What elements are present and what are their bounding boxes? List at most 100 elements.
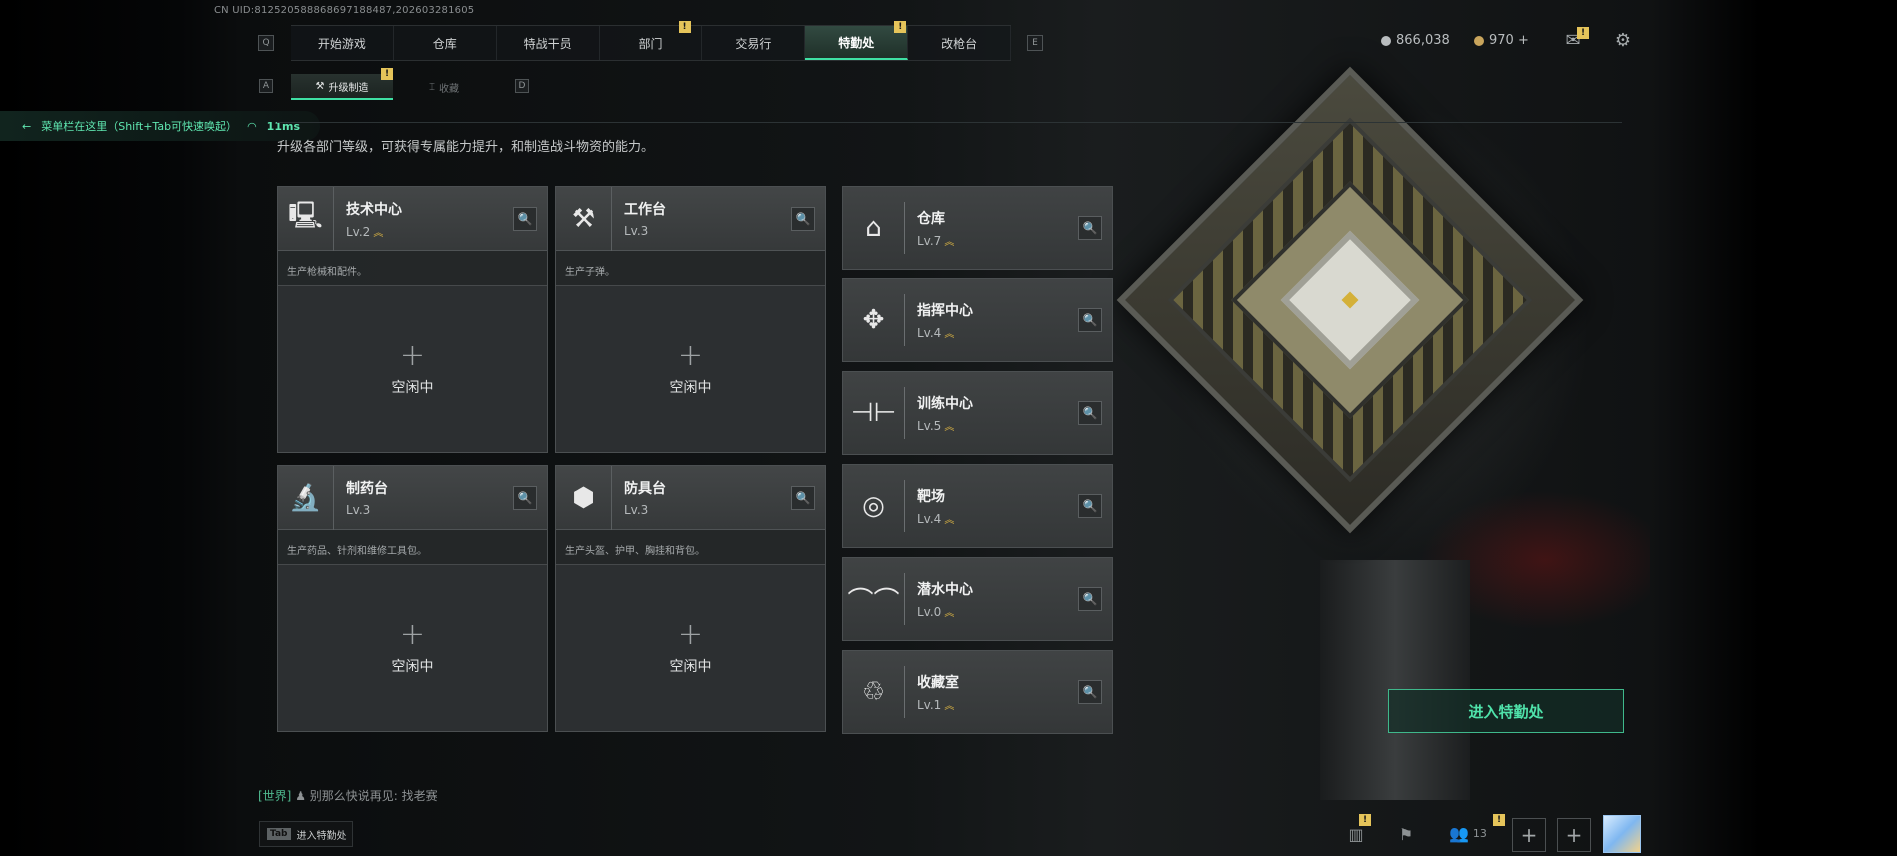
facility-name: 靶场 — [917, 489, 945, 505]
inspect-button[interactable]: 🔍 — [1078, 494, 1102, 518]
facility-level: Lv.5 — [917, 419, 942, 433]
microscope-icon: 🔬 — [278, 465, 334, 530]
facility-command-center[interactable]: ✥ 指挥中心 Lv.4 ︽ 🔍 — [842, 278, 1113, 362]
mail-button[interactable]: ✉ ! — [1561, 27, 1589, 51]
production-slot[interactable]: + 空闲中 — [278, 286, 547, 452]
facility-level: Lv.4 — [917, 512, 942, 526]
search-icon: 🔍 — [1082, 221, 1098, 235]
plus-icon: + — [1520, 823, 1538, 847]
inspect-button[interactable]: 🔍 — [513, 485, 537, 510]
tab-special-ops[interactable]: 特勤处! — [805, 21, 909, 60]
add-slot-button[interactable]: + — [1557, 818, 1591, 852]
plus-icon: + — [399, 617, 426, 652]
card-header[interactable]: 🔬 制药台 Lv.3 🔍 — [278, 465, 547, 530]
card-header[interactable]: ⬢ 防具台 Lv.3 🔍 — [556, 465, 825, 530]
tab-department[interactable]: 部门! — [600, 21, 703, 60]
premium-amount: 970 + — [1489, 33, 1529, 48]
facility-name: 潜水中心 — [917, 582, 973, 598]
facility-card-tech-center: 🖳 技术中心 Lv.2 ︽ 🔍 生产枪械和配件。 + 空闲中 — [277, 186, 548, 453]
inspect-button[interactable]: 🔍 — [791, 485, 815, 510]
card-header[interactable]: 🖳 技术中心 Lv.2 ︽ 🔍 — [278, 186, 547, 251]
nav-prev-key[interactable]: Q — [258, 35, 274, 51]
production-slot[interactable]: + 空闲中 — [556, 286, 825, 452]
premium-balance[interactable]: 970 + — [1474, 33, 1529, 48]
tab-collection[interactable]: ⌶ 收藏 — [393, 74, 495, 100]
plus-icon: + — [1565, 823, 1583, 847]
facility-level: Lv.3 — [624, 503, 649, 517]
slot-status: 空闲中 — [669, 659, 712, 675]
flag-button[interactable]: ⚑ — [1393, 819, 1419, 849]
production-slot[interactable]: + 空闲中 — [556, 565, 825, 731]
target-icon: ◎ — [843, 480, 905, 532]
settings-button[interactable]: ⚙ — [1612, 29, 1634, 51]
wifi-icon: ◠ — [247, 119, 257, 133]
inspect-button[interactable]: 🔍 — [1078, 216, 1102, 240]
computer-icon: 🖳 — [278, 186, 334, 251]
nav-next-key[interactable]: E — [1027, 35, 1043, 51]
enter-special-ops-button[interactable]: 进入特勤处 — [1388, 689, 1624, 733]
gear-icon: ⚙ — [1614, 29, 1632, 51]
facility-level: Lv.3 — [346, 503, 371, 517]
inspect-button[interactable]: 🔍 — [1078, 587, 1102, 611]
wrench-icon: ⚒ — [315, 80, 325, 92]
tab-gunsmith[interactable]: 改枪台 — [908, 26, 1012, 60]
person-icon: ♟ — [295, 789, 306, 803]
player-uid: CN UID:812520588868697188487,20260328160… — [214, 5, 475, 16]
tab-shortcut-hint[interactable]: Tab 进入特勤处 — [259, 821, 353, 847]
page-description: 升级各部门等级，可获得专属能力提升，和制造战斗物资的能力。 — [277, 140, 655, 155]
menu-hint-bar[interactable]: ← 菜单栏在这里（Shift+Tab可快速唤起） ◠ 11ms — [0, 111, 320, 141]
upgrade-arrow-icon: ︽ — [373, 227, 384, 239]
tab-label: 交易行 — [735, 36, 772, 51]
tools-icon: ⚒ — [556, 186, 612, 251]
tab-label: 部门 — [638, 36, 663, 51]
inspect-button[interactable]: 🔍 — [513, 206, 537, 231]
facility-shooting-range[interactable]: ◎ 靶场 Lv.4 ︽ 🔍 — [842, 464, 1113, 548]
facility-name: 训练中心 — [917, 396, 973, 412]
facility-warehouse[interactable]: ⌂ 仓库 Lv.7 ︽ 🔍 — [842, 186, 1113, 270]
inspect-button[interactable]: 🔍 — [1078, 401, 1102, 425]
coin-icon — [1381, 35, 1391, 46]
facility-level: Lv.3 — [624, 224, 649, 238]
card-header[interactable]: ⚒ 工作台 Lv.3 🔍 — [556, 186, 825, 251]
stats-button[interactable]: ▥ ! — [1343, 814, 1371, 849]
upgrade-arrow-icon: ︽ — [944, 608, 955, 619]
tab-start-game[interactable]: 开始游戏 — [291, 26, 394, 60]
facility-card-pharmacy: 🔬 制药台 Lv.3 🔍 生产药品、针剂和维修工具包。 + 空闲中 — [277, 465, 548, 732]
collection-icon: ♲ — [843, 666, 905, 718]
upgrade-arrow-icon: ︽ — [944, 701, 955, 712]
chat-message: 别那么快说再见: 找老赛 — [309, 789, 438, 803]
notification-badge: ! — [381, 68, 393, 80]
tab-operators[interactable]: 特战干员 — [497, 26, 600, 60]
avatar[interactable] — [1603, 815, 1641, 853]
arrow-left-icon: ← — [22, 119, 32, 133]
facility-name: 仓库 — [917, 211, 945, 227]
inspect-button[interactable]: 🔍 — [1078, 680, 1102, 704]
tab-warehouse[interactable]: 仓库 — [394, 26, 497, 60]
search-icon: 🔍 — [517, 490, 533, 505]
friends-count: 13 — [1472, 827, 1487, 840]
search-icon: 🔍 — [517, 211, 533, 226]
tab-trading[interactable]: 交易行 — [702, 26, 806, 60]
inspect-button[interactable]: 🔍 — [791, 206, 815, 231]
search-icon: 🔍 — [1082, 313, 1098, 327]
facility-name: 制药台 — [346, 481, 388, 497]
production-slot[interactable]: + 空闲中 — [278, 565, 547, 731]
tab-upgrade-craft[interactable]: ⚒ 升级制造 ! — [291, 68, 393, 100]
subnav-next-key[interactable]: D — [515, 79, 529, 93]
tab-label: 收藏 — [439, 83, 459, 95]
facility-diving-center[interactable]: ⌒⌒ 潜水中心 Lv.0 ︽ 🔍 — [842, 557, 1113, 641]
facility-description: 生产药品、针剂和维修工具包。 — [278, 530, 547, 565]
friends-button[interactable]: 👥 13 ! — [1449, 814, 1505, 843]
plus-icon: + — [677, 338, 704, 373]
upgrade-arrow-icon: ︽ — [944, 422, 955, 433]
add-slot-button[interactable]: + — [1512, 818, 1546, 852]
chat-line[interactable]: [世界] ♟ 别那么快说再见: 找老赛 — [258, 787, 438, 804]
facility-training-center[interactable]: ⊣⊢ 训练中心 Lv.5 ︽ 🔍 — [842, 371, 1113, 455]
subnav-prev-key[interactable]: A — [259, 79, 273, 93]
facility-name: 指挥中心 — [917, 303, 973, 319]
facility-description: 生产头盔、护甲、胸挂和背包。 — [556, 530, 825, 565]
facility-collection-room[interactable]: ♲ 收藏室 Lv.1 ︽ 🔍 — [842, 650, 1113, 734]
search-icon: 🔍 — [1082, 592, 1098, 606]
flag-icon: ⚑ — [1398, 824, 1414, 844]
inspect-button[interactable]: 🔍 — [1078, 308, 1102, 332]
